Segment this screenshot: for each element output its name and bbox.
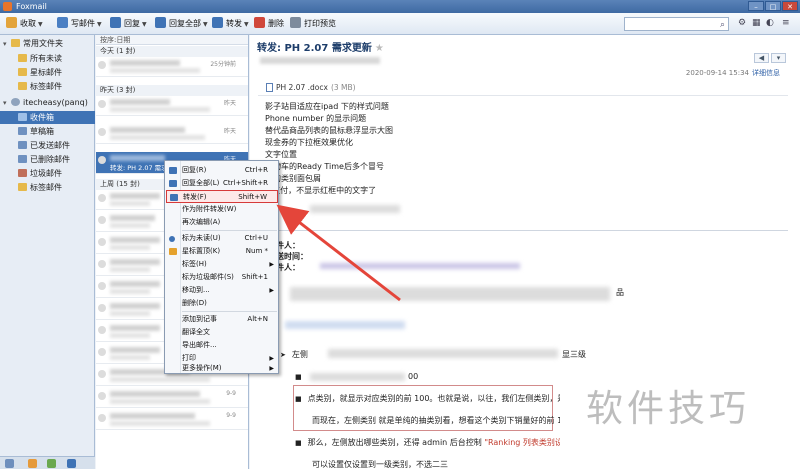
watermark: 软件技巧 xyxy=(560,368,800,469)
